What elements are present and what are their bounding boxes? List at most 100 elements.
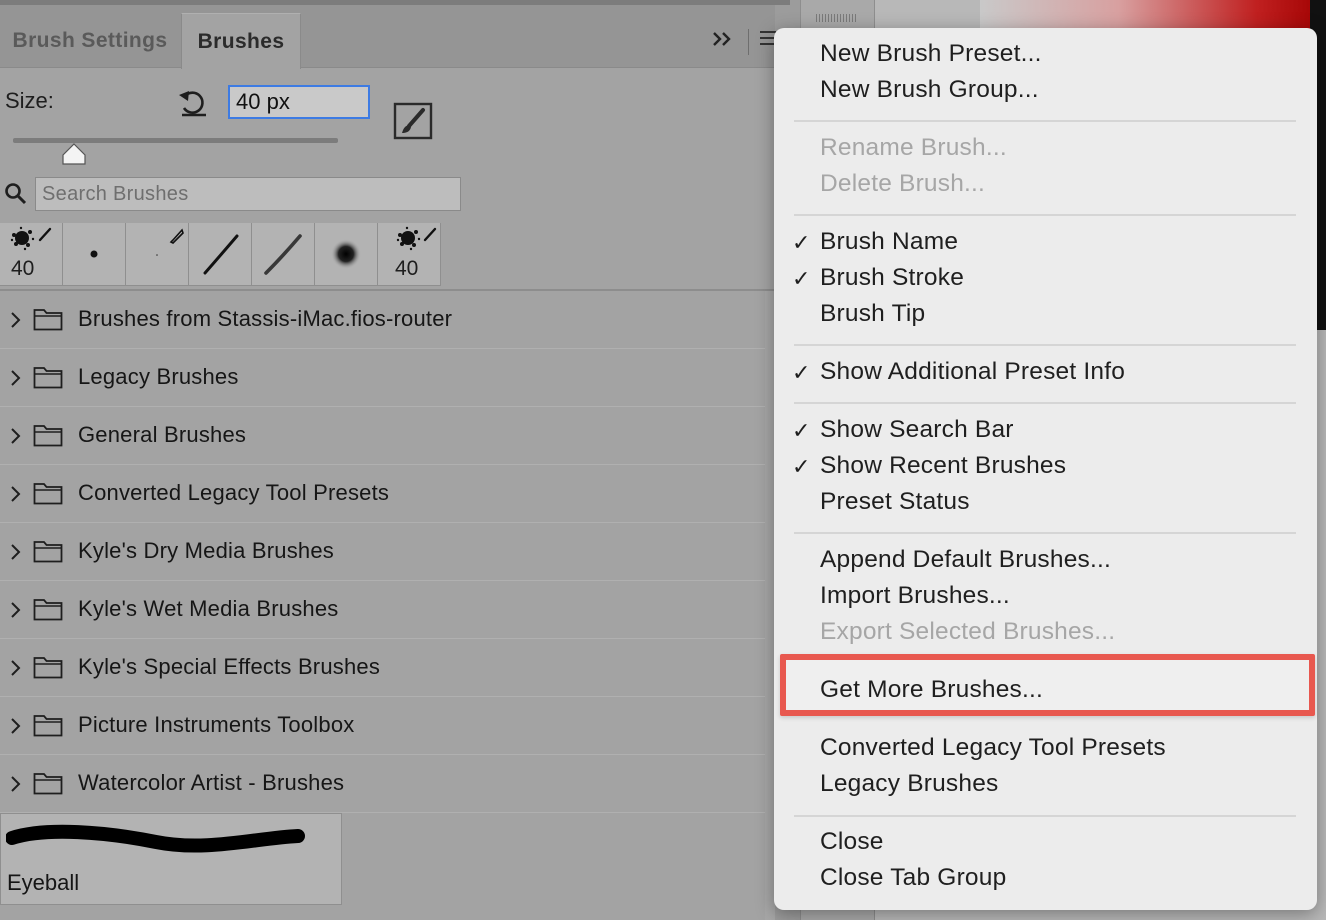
size-label: Size: <box>5 88 54 113</box>
brush-group-label: Kyle's Special Effects Brushes <box>78 654 381 679</box>
tab-bar: Brush Settings Brushes <box>0 5 776 69</box>
brush-group-row[interactable]: Brushes from Stassis-iMac.fios-router <box>0 291 765 349</box>
tabbar-divider <box>748 29 749 55</box>
brush-group-row[interactable]: Legacy Brushes <box>0 349 765 407</box>
menu-item-brush-stroke[interactable]: Brush Stroke <box>820 264 964 292</box>
panel-flyout-menu: New Brush Preset... New Brush Group... Ren… <box>774 28 1317 910</box>
chevron-right-icon[interactable] <box>9 425 21 447</box>
size-input[interactable]: 40 px <box>228 85 370 119</box>
brush-group-label: Legacy Brushes <box>78 364 239 389</box>
soft-round-brush-icon <box>331 239 361 269</box>
reset-size-icon[interactable] <box>176 86 210 118</box>
checkmark-icon: ✓ <box>792 418 811 443</box>
folder-icon <box>33 425 63 447</box>
menu-item-rename-brush: Rename Brush... <box>820 134 1007 161</box>
menu-separator <box>794 532 1296 534</box>
chevron-right-icon[interactable] <box>9 541 21 563</box>
checkmark-icon: ✓ <box>792 266 811 291</box>
recent-brush-size: 40 <box>11 257 35 280</box>
menu-item-new-brush-group[interactable]: New Brush Group... <box>820 76 1039 104</box>
folder-icon <box>33 483 63 505</box>
menu-item-delete-brush: Delete Brush... <box>820 170 986 197</box>
brushes-panel: Brush Settings Brushes Size: 40 px Searc… <box>0 0 790 920</box>
round-dot-brush-icon <box>90 250 98 258</box>
collapse-panel-button[interactable] <box>710 27 740 53</box>
menu-item-brush-name[interactable]: Brush Name <box>820 228 958 256</box>
menu-item-show-recent-brushes[interactable]: Show Recent Brushes <box>820 452 1066 480</box>
brush-preset-name: Eyeball <box>7 870 80 895</box>
menu-item-close-tab-group[interactable]: Close Tab Group <box>820 864 1006 892</box>
folder-icon <box>33 715 63 737</box>
menu-item-append-default-brushes[interactable]: Append Default Brushes... <box>820 546 1111 574</box>
recent-brush-soft-round[interactable] <box>315 223 378 286</box>
menu-item-import-brushes[interactable]: Import Brushes... <box>820 582 1010 610</box>
menu-item-legacy-brushes[interactable]: Legacy Brushes <box>820 770 999 798</box>
menu-separator <box>794 344 1296 346</box>
menu-item-new-brush-preset[interactable]: New Brush Preset... <box>820 40 1042 68</box>
brush-group-row[interactable]: Watercolor Artist - Brushes <box>0 755 765 813</box>
brush-group-row[interactable]: Kyle's Wet Media Brushes <box>0 581 765 639</box>
recent-brush-soft-stroke[interactable] <box>252 223 315 286</box>
brush-group-label: Kyle's Dry Media Brushes <box>78 538 334 563</box>
create-new-brush-icon[interactable] <box>393 102 433 140</box>
chevron-right-icon[interactable] <box>9 483 21 505</box>
recent-brush-spatter-2[interactable]: 40 <box>378 223 441 286</box>
folder-icon <box>33 367 63 389</box>
menu-item-converted-legacy-tool-presets[interactable]: Converted Legacy Tool Presets <box>820 734 1166 762</box>
brush-group-label: Kyle's Wet Media Brushes <box>78 596 339 621</box>
soft-stroke-brush-icon <box>264 234 302 275</box>
chevron-right-icon[interactable] <box>9 367 21 389</box>
size-slider-thumb[interactable] <box>61 143 87 165</box>
folder-icon <box>33 309 63 331</box>
brush-group-label: General Brushes <box>78 422 247 447</box>
menu-item-preset-status[interactable]: Preset Status <box>820 488 970 516</box>
menu-item-close[interactable]: Close <box>820 828 884 856</box>
recent-brush-size: 40 <box>395 257 419 280</box>
panel-grip[interactable] <box>816 14 856 22</box>
menu-item-get-more-brushes[interactable]: Get More Brushes... <box>820 676 1043 704</box>
checkmark-icon: ✓ <box>792 230 811 255</box>
recent-brushes: 40 40 <box>0 223 441 286</box>
menu-item-brush-tip[interactable]: Brush Tip <box>820 300 925 328</box>
tab-brush-settings[interactable]: Brush Settings <box>0 13 180 69</box>
brush-stroke-preview <box>6 824 305 853</box>
brush-group-row[interactable]: Converted Legacy Tool Presets <box>0 465 765 523</box>
tab-brushes[interactable]: Brushes <box>181 13 301 69</box>
brush-preset-eyeball[interactable]: Eyeball <box>0 813 342 905</box>
hamburger-menu-icon <box>760 31 776 33</box>
search-brushes-input[interactable]: Search Brushes <box>35 177 461 211</box>
brush-group-row[interactable]: Kyle's Dry Media Brushes <box>0 523 765 581</box>
chevron-right-icon[interactable] <box>9 657 21 679</box>
hard-stroke-brush-icon <box>203 234 239 275</box>
menu-item-show-search-bar[interactable]: Show Search Bar <box>820 416 1014 444</box>
chevron-right-icon[interactable] <box>9 309 21 331</box>
folder-icon <box>33 599 63 621</box>
brush-group-row[interactable]: Kyle's Special Effects Brushes <box>0 639 765 697</box>
chevron-right-icon[interactable] <box>9 773 21 795</box>
recent-brush-spatter[interactable]: 40 <box>0 223 63 286</box>
brush-group-list: Brushes from Stassis-iMac.fios-router Leg… <box>0 291 765 813</box>
brush-group-label: Brushes from Stassis-iMac.fios-router <box>78 306 453 331</box>
checkmark-icon: ✓ <box>792 454 811 479</box>
folder-icon <box>33 541 63 563</box>
recent-brush-dot[interactable] <box>63 223 126 286</box>
recent-brush-hard-stroke[interactable] <box>189 223 252 286</box>
menu-item-export-selected-brushes: Export Selected Brushes... <box>820 618 1116 645</box>
brush-group-label: Picture Instruments Toolbox <box>78 712 355 737</box>
recent-brush-pencil[interactable] <box>126 223 189 286</box>
brush-group-label: Converted Legacy Tool Presets <box>78 480 390 505</box>
pencil-brush-icon <box>156 228 184 256</box>
menu-item-show-additional-preset-info[interactable]: Show Additional Preset Info <box>820 358 1125 386</box>
folder-icon <box>33 773 63 795</box>
brush-group-label: Watercolor Artist - Brushes <box>78 770 345 795</box>
menu-separator <box>794 120 1296 122</box>
chevron-right-icon[interactable] <box>9 715 21 737</box>
menu-separator <box>794 214 1296 216</box>
menu-separator <box>794 815 1296 817</box>
chevron-right-icon[interactable] <box>9 599 21 621</box>
search-icon <box>4 182 28 206</box>
double-chevron-right-icon <box>713 32 731 46</box>
menu-separator <box>794 402 1296 404</box>
brush-group-row[interactable]: General Brushes <box>0 407 765 465</box>
brush-group-row[interactable]: Picture Instruments Toolbox <box>0 697 765 755</box>
